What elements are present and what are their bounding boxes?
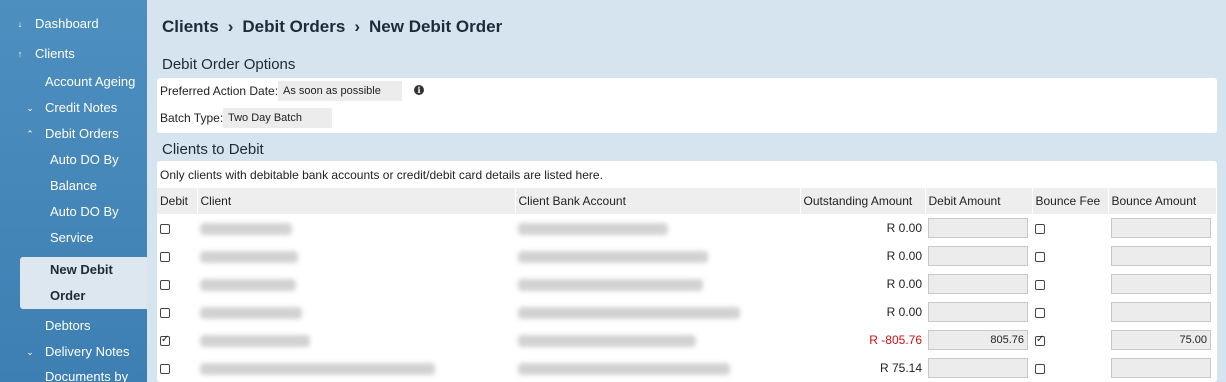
bounce-amount-input[interactable] xyxy=(1111,218,1211,238)
debit-checkbox[interactable] xyxy=(160,334,170,346)
debit-checkbox[interactable] xyxy=(160,307,170,318)
outstanding-amount: R 0.00 xyxy=(886,277,922,291)
breadcrumb-current: New Debit Order xyxy=(369,17,503,36)
col-outstanding: Outstanding Amount xyxy=(800,188,926,214)
debit-amount-input[interactable] xyxy=(928,302,1028,322)
debit-amount-input[interactable] xyxy=(928,246,1028,266)
outstanding-amount: R 0.00 xyxy=(886,249,922,263)
bounce-amount-input[interactable] xyxy=(1111,302,1211,322)
arrow-up-icon: ↑ xyxy=(17,49,23,59)
sidebar-item-label: Auto DO By xyxy=(50,152,119,167)
table-row: R 0.00 xyxy=(157,298,1217,326)
table-row: R 0.00 xyxy=(157,242,1217,270)
bounce-amount-input[interactable] xyxy=(1111,358,1211,378)
chevron-down-icon: ⌄ xyxy=(26,103,34,113)
client-name-redacted xyxy=(200,222,292,235)
bounce-fee-checkbox[interactable] xyxy=(1035,223,1045,234)
sidebar-item-label: Clients xyxy=(35,46,75,61)
breadcrumb-separator: › xyxy=(227,17,234,36)
clients-panel: Only clients with debitable bank account… xyxy=(157,161,1217,382)
clients-note: Only clients with debitable bank account… xyxy=(160,168,603,182)
breadcrumb-separator: › xyxy=(354,17,361,36)
client-name-redacted xyxy=(200,362,435,375)
sidebar-item-label: Order xyxy=(50,288,86,303)
sidebar-item-label: Debtors xyxy=(45,318,91,333)
table-header-row: Debit Client Client Bank Account Outstan… xyxy=(157,188,1217,214)
table-row: R 0.00 xyxy=(157,270,1217,298)
col-debit: Debit xyxy=(157,188,198,214)
sidebar: ↓ Dashboard ↑ Clients Account Ageing ⌄ C… xyxy=(0,0,147,382)
col-bank-account: Client Bank Account xyxy=(515,188,801,214)
clients-table: Debit Client Client Bank Account Outstan… xyxy=(157,188,1217,382)
bounce-fee-checkbox[interactable] xyxy=(1035,307,1045,318)
arrow-down-icon: ↓ xyxy=(17,19,23,29)
bounce-fee-checkbox[interactable] xyxy=(1035,251,1045,262)
col-client: Client xyxy=(197,188,516,214)
breadcrumb: Clients › Debit Orders › New Debit Order xyxy=(162,17,502,37)
debit-checkbox[interactable] xyxy=(160,251,170,262)
sidebar-item-new-debit-order[interactable]: New Debit Order xyxy=(20,257,147,309)
debit-checkbox[interactable] xyxy=(160,279,170,290)
col-debit-amount: Debit Amount xyxy=(925,188,1033,214)
outstanding-amount: R 75.14 xyxy=(879,361,922,375)
bounce-amount-input[interactable] xyxy=(1111,274,1211,294)
table-row: R 75.14 xyxy=(157,354,1217,382)
batch-type-field[interactable]: Two Day Batch xyxy=(223,108,332,128)
preferred-action-date-field[interactable]: As soon as possible xyxy=(278,81,402,101)
sidebar-item-label: Credit Notes xyxy=(45,100,118,115)
sidebar-item-label: Documents by xyxy=(45,369,129,382)
options-panel: Preferred Action Date: As soon as possib… xyxy=(157,78,1217,133)
bank-account-redacted xyxy=(518,278,703,291)
client-name-redacted xyxy=(200,278,296,291)
options-title: Debit Order Options xyxy=(162,56,296,73)
sidebar-item-label: Account Ageing xyxy=(45,74,136,89)
bank-account-redacted xyxy=(518,306,740,319)
chevron-up-icon: ⌃ xyxy=(26,129,34,139)
batch-type-label: Batch Type: xyxy=(160,111,224,125)
col-bounce-amount: Bounce Amount xyxy=(1108,188,1217,214)
bank-account-redacted xyxy=(518,334,696,347)
sidebar-item-label: New Debit xyxy=(50,262,113,277)
breadcrumb-debit-orders[interactable]: Debit Orders xyxy=(242,17,345,36)
col-bounce-fee: Bounce Fee xyxy=(1032,188,1109,214)
debit-amount-input[interactable] xyxy=(928,358,1028,378)
bounce-amount-input[interactable]: 75.00 xyxy=(1111,330,1211,350)
debit-checkbox[interactable] xyxy=(160,223,170,234)
debit-checkbox[interactable] xyxy=(160,363,170,374)
bank-account-redacted xyxy=(518,222,668,235)
client-name-redacted xyxy=(200,306,302,319)
debit-amount-input[interactable]: 805.76 xyxy=(928,330,1028,350)
outstanding-amount: R -805.76 xyxy=(869,333,922,347)
bounce-fee-checkbox[interactable] xyxy=(1035,279,1045,290)
client-name-redacted xyxy=(200,250,298,263)
sidebar-item-label: Service xyxy=(50,230,94,245)
breadcrumb-clients[interactable]: Clients xyxy=(162,17,219,36)
info-icon[interactable]: i xyxy=(414,85,424,95)
bank-account-redacted xyxy=(518,250,708,263)
outstanding-amount: R 0.00 xyxy=(886,221,922,235)
sidebar-item-label: Delivery Notes xyxy=(45,344,130,359)
outstanding-amount: R 0.00 xyxy=(886,305,922,319)
sidebar-item-label: Balance xyxy=(50,178,97,193)
chevron-down-icon: ⌄ xyxy=(26,347,34,357)
sidebar-item-label: Debit Orders xyxy=(45,126,119,141)
table-row: R -805.76 805.76 75.00 xyxy=(157,326,1217,354)
debit-amount-input[interactable] xyxy=(928,218,1028,238)
bank-account-redacted xyxy=(518,362,730,375)
preferred-action-date-label: Preferred Action Date: xyxy=(160,84,279,98)
debit-amount-input[interactable] xyxy=(928,274,1028,294)
clients-title: Clients to Debit xyxy=(162,141,264,158)
main-content: Clients › Debit Orders › New Debit Order Deb… xyxy=(147,0,1226,382)
table-row: R 0.00 xyxy=(157,214,1217,242)
bounce-fee-checkbox[interactable] xyxy=(1035,363,1045,374)
client-name-redacted xyxy=(200,334,310,347)
sidebar-item-label: Auto DO By xyxy=(50,204,119,219)
sidebar-item-label: Dashboard xyxy=(35,16,99,31)
bounce-fee-checkbox[interactable] xyxy=(1035,334,1045,346)
bounce-amount-input[interactable] xyxy=(1111,246,1211,266)
